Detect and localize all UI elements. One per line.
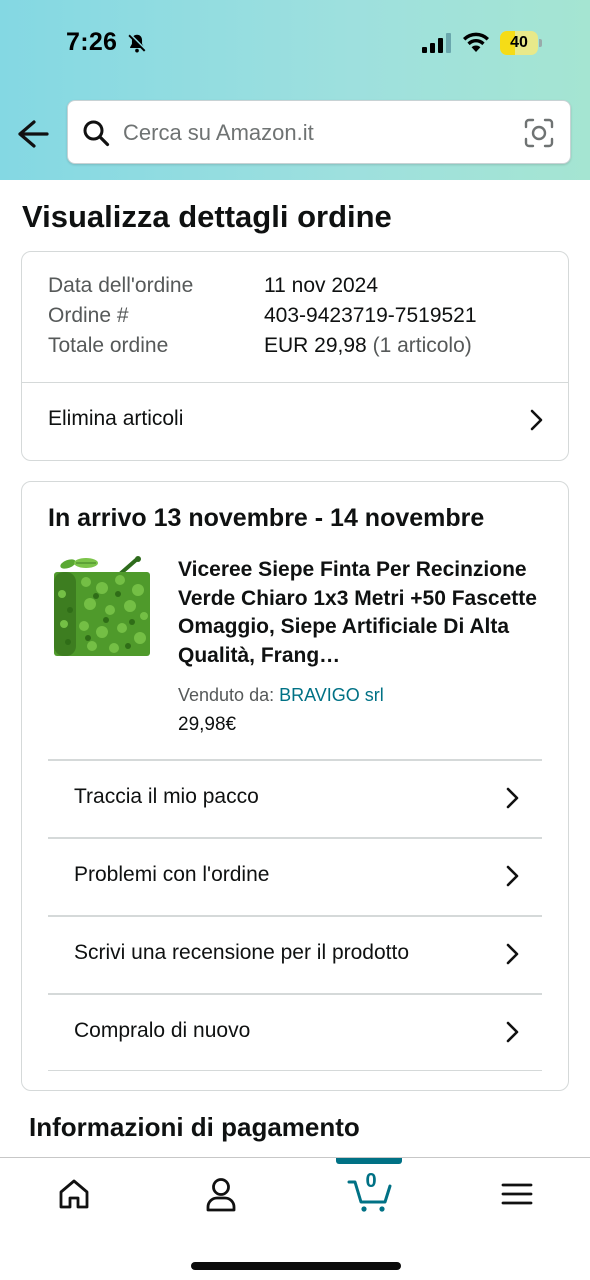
shipment-card: In arrivo 13 novembre - 14 novembre Vice… — [21, 481, 569, 1091]
order-summary-card: Data dell'ordine 11 nov 2024 Ordine # 40… — [21, 251, 569, 461]
buy-again-row[interactable]: Compralo di nuovo — [48, 993, 542, 1071]
divider — [48, 1070, 542, 1071]
active-tab-indicator — [336, 1158, 402, 1164]
product-price: 29,98€ — [178, 714, 237, 735]
camera-scan-icon[interactable] — [523, 117, 555, 149]
chevron-right-icon — [506, 787, 519, 809]
app-header: 7:26 40 — [0, 0, 590, 180]
back-arrow-icon[interactable] — [14, 116, 52, 152]
chevron-right-icon — [530, 409, 543, 431]
menu-icon[interactable] — [495, 1174, 539, 1214]
order-total-items: (1 articolo) — [372, 334, 472, 357]
order-date-label: Data dell'ordine — [48, 274, 194, 297]
remove-items-label: Elimina articoli — [48, 407, 184, 430]
battery-level: 40 — [510, 34, 528, 51]
search-icon — [83, 120, 110, 147]
payment-info-heading: Informazioni di pagamento — [29, 1112, 360, 1142]
order-date-value: 11 nov 2024 — [264, 274, 379, 297]
battery-indicator: 40 — [500, 31, 542, 55]
arrival-date: In arrivo 13 novembre - 14 novembre — [48, 504, 485, 532]
action-label: Problemi con l'ordine — [74, 863, 270, 886]
status-time: 7:26 — [66, 28, 118, 56]
action-label: Scrivi una recensione per il prodotto — [74, 941, 410, 964]
search-bar[interactable] — [67, 100, 571, 164]
home-indicator — [191, 1262, 401, 1270]
order-problems-row[interactable]: Problemi con l'ordine — [48, 837, 542, 915]
status-bar: 7:26 40 — [0, 0, 590, 90]
order-total-amount: EUR 29,98 — [264, 334, 367, 357]
sold-by: Venduto da: BRAVIGO srl — [178, 685, 384, 706]
wifi-icon — [463, 32, 489, 52]
order-number-value: 403-9423719-7519521 — [264, 304, 477, 327]
chevron-right-icon — [506, 1021, 519, 1043]
bottom-nav: 0 — [0, 1157, 590, 1280]
chevron-right-icon — [506, 865, 519, 887]
seller-link[interactable]: BRAVIGO srl — [279, 685, 384, 705]
chevron-right-icon — [506, 943, 519, 965]
product-image[interactable] — [48, 554, 156, 664]
product-title-link[interactable]: Viceree Siepe Finta Per Recinzione Verde… — [178, 556, 548, 670]
home-icon[interactable] — [52, 1174, 96, 1214]
order-total-value: EUR 29,98 (1 articolo) — [264, 334, 472, 358]
cellular-signal-icon — [422, 33, 451, 53]
cart-button[interactable]: 0 — [347, 1170, 393, 1214]
sold-by-label: Venduto da: — [178, 685, 280, 705]
search-input[interactable] — [123, 113, 513, 153]
order-number-label: Ordine # — [48, 304, 129, 327]
remove-items-row[interactable]: Elimina articoli — [22, 383, 568, 460]
account-icon[interactable] — [199, 1174, 243, 1214]
order-total-label: Totale ordine — [48, 334, 169, 357]
track-package-row[interactable]: Traccia il mio pacco — [48, 759, 542, 837]
write-review-row[interactable]: Scrivi una recensione per il prodotto — [48, 915, 542, 993]
bell-muted-icon — [128, 33, 147, 53]
action-label: Traccia il mio pacco — [74, 785, 259, 808]
page-title: Visualizza dettagli ordine — [22, 199, 392, 234]
action-label: Compralo di nuovo — [74, 1019, 251, 1042]
cart-count: 0 — [365, 1170, 377, 1192]
